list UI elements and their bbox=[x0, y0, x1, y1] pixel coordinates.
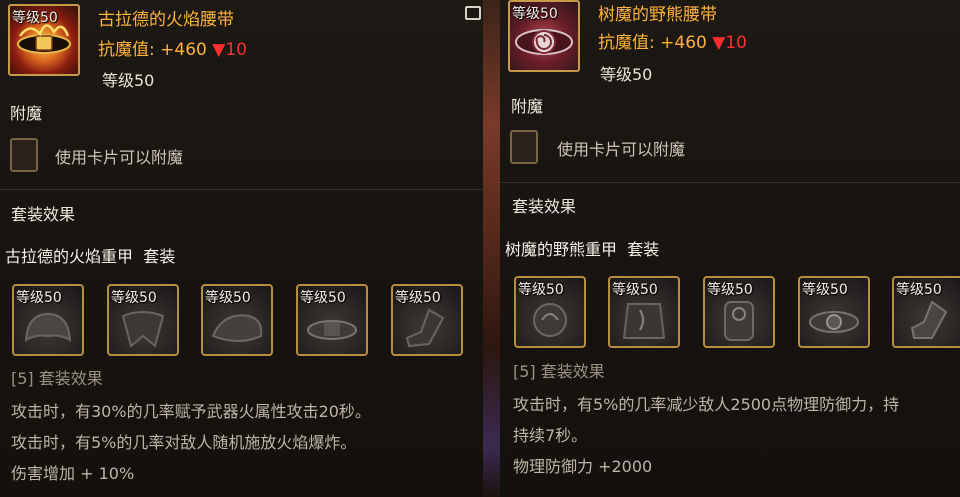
stat-change: 10 bbox=[725, 33, 747, 53]
set-name-suffix: 套装 bbox=[143, 247, 176, 266]
chest-armor-icon bbox=[622, 303, 666, 339]
set-name: 树魔的野熊重甲 套装 bbox=[505, 236, 659, 260]
magic-resist-stat: 抗魔值: +460 ▼10 bbox=[98, 35, 247, 60]
set-bonus-title: [5] 套装效果 bbox=[513, 362, 605, 381]
item-icon-bear-belt[interactable]: 等级50 bbox=[508, 0, 580, 72]
set-piece-belt[interactable]: 等级50 bbox=[296, 284, 368, 356]
stat-down-arrow-icon: ▼ bbox=[712, 33, 726, 53]
set-effect-title: 套装效果 bbox=[512, 197, 577, 216]
set-piece-belt[interactable]: 等级50 bbox=[798, 276, 870, 348]
piece-level-tag: 等级50 bbox=[395, 290, 441, 306]
set-piece-shoulder[interactable]: 等级50 bbox=[514, 276, 586, 348]
piece-level-tag: 等级50 bbox=[707, 282, 753, 298]
item-name: 古拉德的火焰腰带 bbox=[98, 10, 234, 30]
set-bonus-line: 攻击时，有5%的几率减少敌人2500点物理防御力，持 bbox=[513, 395, 900, 414]
item-icon-fire-belt[interactable]: 等级50 bbox=[8, 4, 80, 76]
enchant-title: 附魔 bbox=[511, 97, 544, 116]
piece-level-tag: 等级50 bbox=[300, 290, 346, 306]
shoulder-armor-icon bbox=[121, 311, 165, 348]
stat-change: 10 bbox=[225, 40, 247, 60]
set-bonus-line: 持续7秒。 bbox=[513, 426, 588, 445]
set-bonus-line: 攻击时，有30%的几率赋予武器火属性攻击20秒。 bbox=[11, 402, 371, 421]
chest-armor-icon bbox=[211, 314, 263, 342]
enchant-card-slot[interactable] bbox=[510, 130, 538, 164]
piece-level-tag: 等级50 bbox=[111, 290, 157, 306]
game-scene-background bbox=[483, 0, 500, 497]
divider bbox=[0, 189, 483, 190]
belt-icon bbox=[809, 311, 859, 333]
boots-icon bbox=[405, 308, 445, 348]
piece-level-tag: 等级50 bbox=[896, 282, 942, 298]
set-name-text: 树魔的野熊重甲 bbox=[505, 240, 618, 259]
level-requirement: 等级50 bbox=[600, 65, 653, 84]
set-piece-chest[interactable]: 等级50 bbox=[608, 276, 680, 348]
level-requirement: 等级50 bbox=[102, 71, 155, 90]
set-name-text: 古拉德的火焰重甲 bbox=[5, 247, 134, 266]
enchant-hint: 使用卡片可以附魔 bbox=[557, 140, 686, 159]
stat-value: +460 bbox=[660, 33, 707, 53]
stat-label: 抗魔值: bbox=[598, 33, 655, 53]
set-name: 古拉德的火焰重甲 套装 bbox=[5, 243, 175, 267]
set-piece-shoulder[interactable]: 等级50 bbox=[107, 284, 179, 356]
set-bonus-line: 物理防御力 +2000 bbox=[513, 457, 653, 476]
set-effect-title: 套装效果 bbox=[11, 205, 76, 224]
set-piece-leg[interactable]: 等级50 bbox=[703, 276, 775, 348]
piece-level-tag: 等级50 bbox=[612, 282, 658, 298]
stat-value: +460 bbox=[160, 40, 207, 60]
piece-level-tag: 等级50 bbox=[16, 290, 62, 306]
set-piece-boots[interactable]: 等级50 bbox=[391, 284, 463, 356]
set-piece-boots[interactable]: 等级50 bbox=[892, 276, 960, 348]
stat-label: 抗魔值: bbox=[98, 40, 155, 60]
set-piece-helmet[interactable]: 等级50 bbox=[12, 284, 84, 356]
enchant-hint: 使用卡片可以附魔 bbox=[55, 148, 184, 167]
enchant-title: 附魔 bbox=[10, 104, 43, 123]
piece-level-tag: 等级50 bbox=[205, 290, 251, 306]
enchant-card-slot[interactable] bbox=[10, 138, 38, 172]
stat-down-arrow-icon: ▼ bbox=[212, 40, 226, 60]
piece-level-tag: 等级50 bbox=[518, 282, 564, 298]
belt-icon bbox=[307, 320, 357, 340]
set-name-suffix: 套装 bbox=[627, 240, 660, 259]
leg-armor-icon bbox=[724, 301, 754, 341]
item-tooltip-right: 等级50 树魔的野熊腰带 抗魔值: +460 ▼10 等级50 附魔 使用卡片可… bbox=[500, 0, 960, 497]
item-level-tag: 等级50 bbox=[512, 6, 558, 22]
set-bonus-line: 伤害增加 + 10% bbox=[11, 464, 135, 483]
set-piece-chest[interactable]: 等级50 bbox=[201, 284, 273, 356]
set-bonus-line: 攻击时，有5%的几率对敌人随机施放火焰爆炸。 bbox=[11, 433, 357, 452]
divider bbox=[500, 182, 960, 183]
item-level-tag: 等级50 bbox=[12, 10, 58, 26]
checkbox-icon[interactable] bbox=[465, 6, 481, 20]
piece-level-tag: 等级50 bbox=[802, 282, 848, 298]
set-bonus-title: [5] 套装效果 bbox=[11, 369, 103, 388]
boots-icon bbox=[910, 300, 948, 339]
shoulder-armor-icon bbox=[533, 303, 567, 337]
item-tooltip-left: 等级50 古拉德的火焰腰带 抗魔值: +460 ▼10 等级50 附魔 使用卡片… bbox=[0, 0, 484, 497]
item-name: 树魔的野熊腰带 bbox=[598, 5, 717, 25]
helmet-icon bbox=[24, 312, 72, 342]
magic-resist-stat: 抗魔值: +460 ▼10 bbox=[598, 28, 747, 53]
